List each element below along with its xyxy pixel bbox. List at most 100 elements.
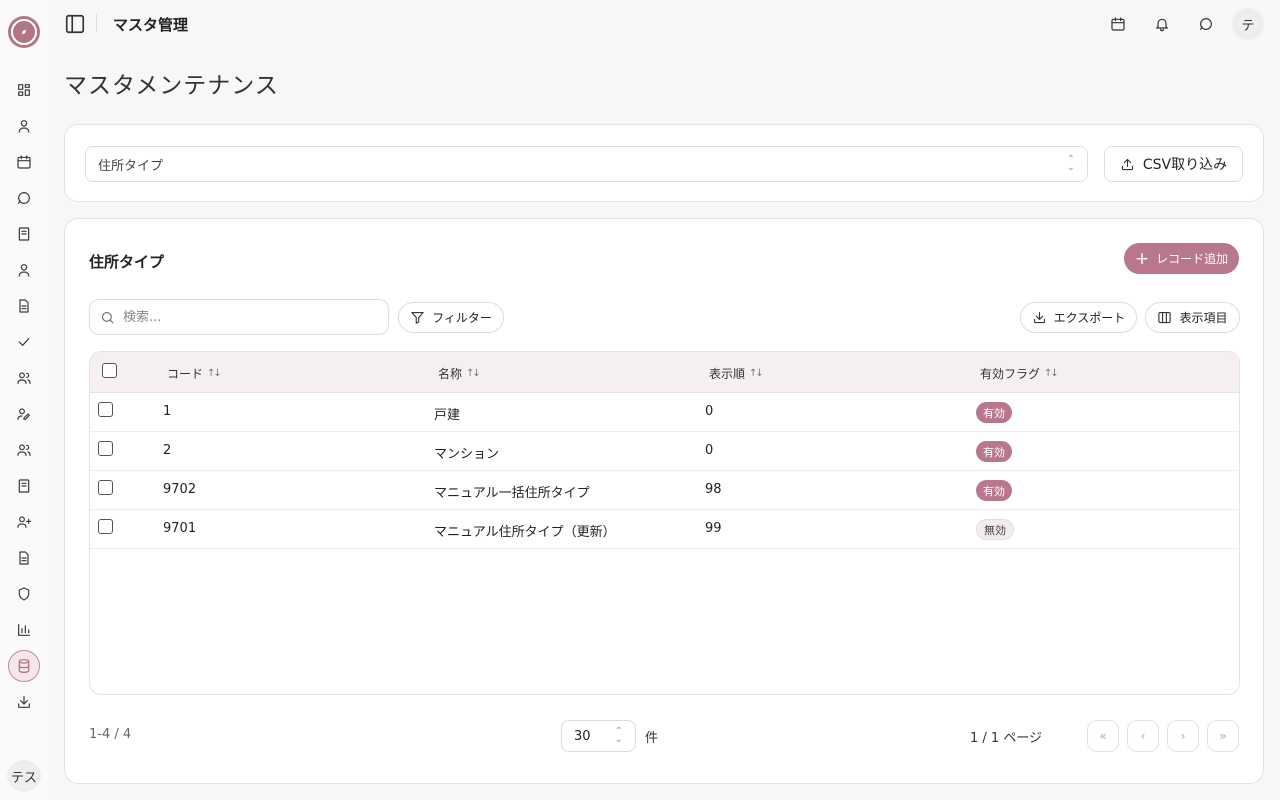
cell-code: 1: [163, 404, 172, 419]
add-record-button[interactable]: + レコード追加: [1124, 243, 1239, 274]
master-type-value: 住所タイプ: [98, 158, 164, 174]
sort-icon: ↑↓: [466, 368, 481, 379]
plus-icon: +: [1134, 248, 1150, 269]
sidebar-item-file-text[interactable]: [8, 542, 40, 574]
column-header-code[interactable]: コード ↑↓: [167, 365, 222, 382]
table-row[interactable]: 9702 マニュアル一括住所タイプ 98 有効: [90, 471, 1239, 510]
download-icon: [1033, 311, 1045, 324]
messages-button[interactable]: [1194, 12, 1218, 36]
column-header-flag[interactable]: 有効フラグ ↑↓: [980, 365, 1059, 382]
csv-import-button[interactable]: CSV取り込み: [1104, 146, 1243, 182]
filter-button[interactable]: フィルター: [398, 302, 504, 333]
row-checkbox[interactable]: [98, 441, 113, 456]
data-table: コード ↑↓ 名称 ↑↓ 表示順 ↑↓ 有効フラグ ↑↓ 1 戸建 0 有効 2 マンション 0 有効…: [89, 351, 1240, 695]
section-title: 住所タイプ: [89, 253, 165, 271]
columns-icon: [1158, 311, 1172, 324]
sidebar-item-user-plus[interactable]: [8, 506, 40, 538]
cell-name: マニュアル住所タイプ（更新）: [434, 525, 616, 540]
sort-icon: ↑↓: [207, 368, 222, 379]
table-row[interactable]: 1 戸建 0 有効: [90, 393, 1239, 432]
search-field[interactable]: [89, 299, 389, 335]
cell-name: マニュアル一括住所タイプ: [434, 486, 590, 501]
table-card: 住所タイプ + レコード追加 フィルター エクスポート 表示項目 コード↑↓ 名…: [64, 218, 1264, 784]
row-checkbox[interactable]: [98, 402, 113, 417]
sidebar-item-bar-chart[interactable]: [8, 614, 40, 646]
last-page-button[interactable]: »: [1207, 720, 1239, 752]
status-badge: 有効: [976, 441, 1012, 462]
cell-code: 9702: [163, 482, 197, 497]
per-page-value: 30: [574, 728, 591, 744]
cell-order: 0: [705, 404, 714, 419]
compass-icon: [21, 29, 27, 35]
app-logo[interactable]: [8, 16, 40, 48]
cell-name: マンション: [434, 447, 500, 462]
export-button[interactable]: エクスポート: [1020, 302, 1137, 333]
sidebar-item-person[interactable]: [8, 254, 40, 286]
sidebar-item-user-edit[interactable]: [8, 398, 40, 430]
sort-icon: ↑↓: [749, 368, 764, 379]
chat-icon: [1200, 18, 1212, 30]
sidebar-toggle-button[interactable]: [64, 13, 86, 35]
sidebar-item-shield[interactable]: [8, 578, 40, 610]
row-checkbox[interactable]: [98, 480, 113, 495]
first-page-button[interactable]: «: [1087, 720, 1119, 752]
next-page-button[interactable]: ›: [1167, 720, 1199, 752]
column-header-name[interactable]: 名称 ↑↓: [438, 365, 481, 382]
per-page-unit: 件: [645, 731, 659, 746]
bar-chart-icon: [18, 624, 30, 636]
database-icon: [18, 659, 30, 673]
sort-icon: ↑↓: [1044, 368, 1059, 379]
sidebar: テス: [0, 0, 48, 800]
sidebar-item-download[interactable]: [8, 686, 40, 718]
table-row[interactable]: 9701 マニュアル住所タイプ（更新） 99 無効: [90, 510, 1239, 549]
columns-label: 表示項目: [1179, 311, 1228, 325]
chat-icon: [18, 192, 30, 204]
sidebar-item-users[interactable]: [8, 362, 40, 394]
document-icon: [19, 299, 29, 313]
panel-left-icon: [65, 14, 85, 34]
sidebar-item-document[interactable]: [8, 290, 40, 322]
sidebar-user-avatar[interactable]: テス: [7, 760, 41, 792]
per-page-select[interactable]: 30 ⌃ ⌄: [561, 720, 636, 752]
page-title: マスタメンテナンス: [64, 73, 279, 99]
row-checkbox[interactable]: [98, 519, 113, 534]
select-all-checkbox[interactable]: [102, 363, 117, 378]
record-range: 1-4 / 4: [89, 727, 132, 742]
master-type-select[interactable]: 住所タイプ ⌃ ⌄: [85, 146, 1088, 182]
shield-icon: [18, 587, 30, 601]
sidebar-item-notebook[interactable]: [8, 470, 40, 502]
user-edit-icon: [17, 408, 30, 420]
header: マスタ管理 テ: [48, 0, 1280, 48]
cell-order: 0: [705, 443, 714, 458]
calendar-button[interactable]: [1106, 12, 1130, 36]
sidebar-item-check[interactable]: [8, 326, 40, 358]
sidebar-item-chat[interactable]: [8, 182, 40, 214]
users-icon: [17, 372, 31, 384]
column-header-order[interactable]: 表示順 ↑↓: [709, 365, 764, 382]
cell-order: 98: [705, 482, 722, 497]
sidebar-item-database[interactable]: [8, 650, 40, 682]
filter-icon: [411, 311, 424, 324]
book-icon: [18, 227, 30, 241]
search-input[interactable]: [123, 309, 373, 325]
notifications-button[interactable]: [1150, 12, 1174, 36]
check-icon: [18, 338, 30, 346]
cell-name: 戸建: [434, 408, 461, 423]
user-icon: [18, 120, 30, 133]
sidebar-item-dashboard[interactable]: [8, 74, 40, 106]
sidebar-item-group[interactable]: [8, 434, 40, 466]
sidebar-item-book[interactable]: [8, 218, 40, 250]
table-row[interactable]: 2 マンション 0 有効: [90, 432, 1239, 471]
prev-page-button[interactable]: ‹: [1127, 720, 1159, 752]
user-avatar[interactable]: テ: [1232, 8, 1264, 40]
notebook-icon: [18, 479, 30, 493]
add-record-label: レコード追加: [1156, 252, 1229, 266]
sidebar-item-user[interactable]: [8, 110, 40, 142]
file-text-icon: [19, 551, 29, 565]
upload-icon: [1121, 158, 1133, 170]
sidebar-item-calendar[interactable]: [8, 146, 40, 178]
columns-button[interactable]: 表示項目: [1145, 302, 1240, 333]
table-body: 1 戸建 0 有効 2 マンション 0 有効 9702 マニュアル一括住所タイプ 98 有効 9701 マ…: [90, 393, 1239, 549]
export-label: エクスポート: [1053, 311, 1126, 325]
cell-order: 99: [705, 521, 722, 536]
